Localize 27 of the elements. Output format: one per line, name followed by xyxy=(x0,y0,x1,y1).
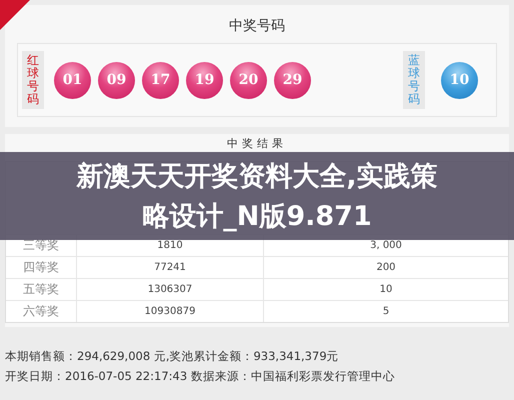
ball-group-label: 蓝球号码 xyxy=(403,50,425,110)
winner-count-cell: 1306307 xyxy=(148,284,192,295)
section-title: 中奖结果 xyxy=(227,137,287,152)
prize-amount-cell: 200 xyxy=(376,262,396,273)
prize-amount-cell: 10 xyxy=(380,284,392,295)
winner-count-cell: 77241 xyxy=(154,262,186,273)
lottery-ball: 19 xyxy=(186,62,223,98)
prize-amount-cell: 5 xyxy=(382,306,390,317)
section-title: 中奖号码 xyxy=(229,17,285,36)
caption-text: 略设计_N版9.871 xyxy=(142,200,372,234)
lottery-ball: 20 xyxy=(230,62,267,98)
draw-info-text: 本期销售额：294,629,008 元,奖池累计金额：933,341,379元 xyxy=(5,349,340,364)
lottery-ball: 09 xyxy=(98,62,135,98)
prize-level-cell: 三等奖 xyxy=(23,237,59,254)
caption-text: 新澳天天开奖资料大全,实践策 xyxy=(76,160,438,194)
lottery-ball: 01 xyxy=(54,62,91,98)
prize-amount-cell: 3, 000 xyxy=(370,240,402,251)
lottery-ball: 17 xyxy=(142,62,179,98)
ball-group-label: 红球号码 xyxy=(22,50,44,110)
lottery-ball: 29 xyxy=(274,62,311,98)
winner-count-cell: 10930879 xyxy=(144,306,196,317)
bonus-ball: 10 xyxy=(441,62,478,98)
prize-level-cell: 四等奖 xyxy=(23,259,59,276)
prize-level-cell: 六等奖 xyxy=(23,303,59,320)
draw-info-text: 开奖日期：2016-07-05 22:17:43 数据来源：中国福利彩票发行管理中心 xyxy=(5,369,396,384)
winner-count-cell: 1810 xyxy=(157,240,183,251)
prize-level-cell: 五等奖 xyxy=(23,281,59,298)
